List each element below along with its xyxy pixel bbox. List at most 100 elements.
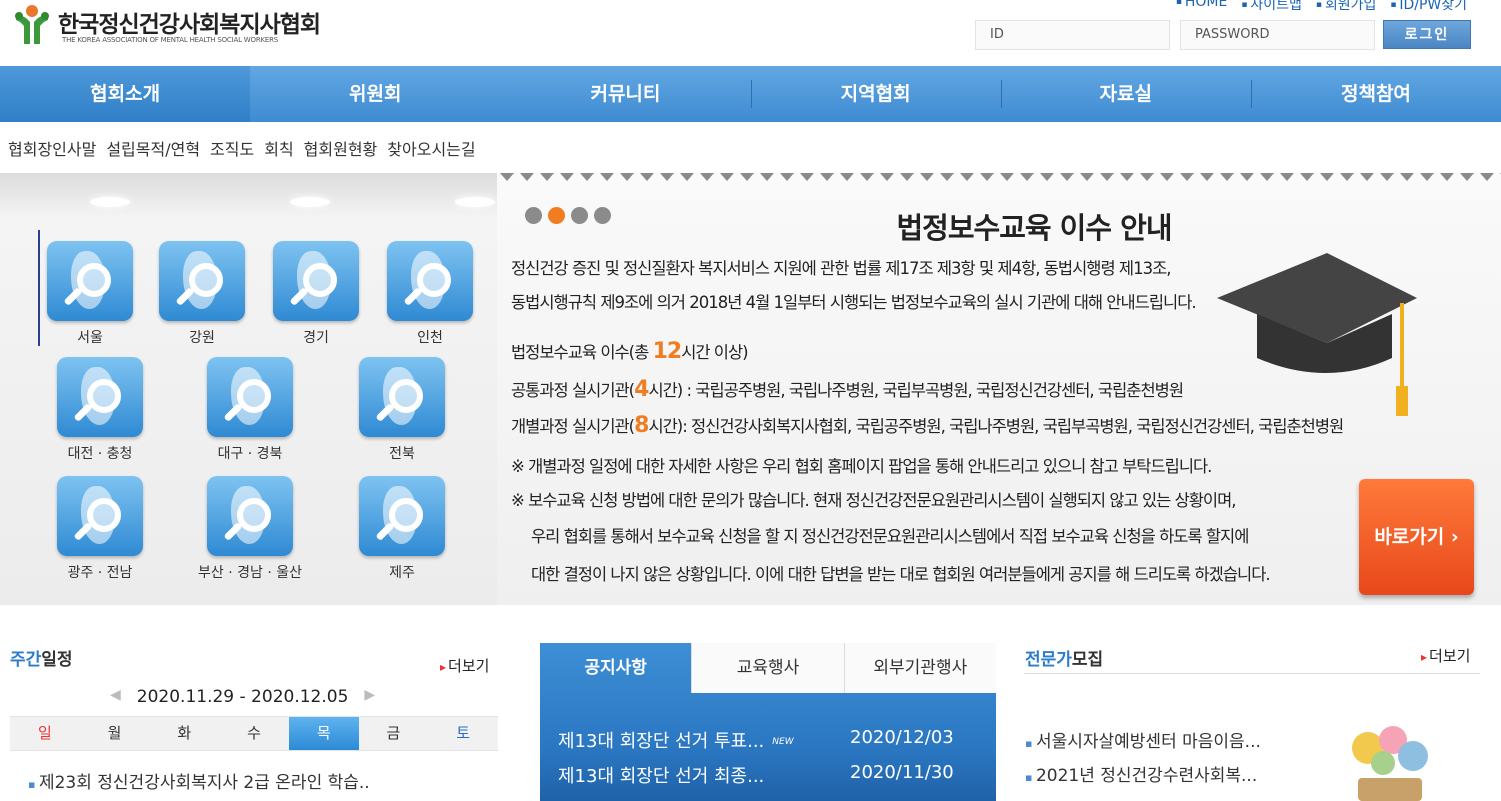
region-jeonbuk[interactable]: 전북 — [354, 357, 450, 463]
schedule-item[interactable]: 제23회 정신건강사회복지사 2급 온라인 학습.. — [28, 768, 370, 793]
board-row-date: 2020/11/30 — [850, 762, 954, 783]
schedule-title-blue: 주간 — [10, 650, 42, 670]
nav-archive[interactable]: 자료실 — [1000, 66, 1251, 122]
region-gwangju-jeonnam[interactable]: 광주 · 전남 — [52, 476, 148, 582]
logo-title: 한국정신건강사회복지사협회 — [58, 12, 321, 38]
board-row-date: 2020/12/03 — [850, 727, 954, 748]
day-wednesday[interactable]: 수 — [219, 717, 289, 750]
day-monday[interactable]: 월 — [80, 717, 150, 750]
region-map-search-icon — [359, 476, 445, 556]
region-label: 강원 — [189, 330, 215, 346]
login-id-input[interactable]: ID — [975, 20, 1170, 50]
nav-policy[interactable]: 정책참여 — [1250, 66, 1501, 122]
sub-navigation: 협회장인사말 설립목적/연혁 조직도 회칙 협회원현황 찾아오시는길 — [8, 136, 476, 160]
nav-community[interactable]: 커뮤니티 — [500, 66, 750, 122]
region-label: 제주 — [389, 565, 415, 581]
schedule-title: 주간일정 — [10, 645, 73, 670]
region-label: 대구 · 경북 — [217, 446, 283, 462]
region-map-search-icon — [387, 241, 473, 321]
week-range: 2020.11.29 - 2020.12.05 — [136, 687, 349, 707]
notice-common-hours: 4 — [634, 377, 649, 402]
expert-item[interactable]: 2021년 정신건강수련사회복... — [1025, 761, 1257, 786]
notice-note-1: ※ 개별과정 일정에 대한 자세한 사항은 우리 협회 홈페이지 팝업을 통해 … — [511, 457, 1212, 476]
go-button[interactable]: 바로가기 › — [1359, 479, 1474, 595]
notice-note-2: ※ 보수교육 신청 방법에 대한 문의가 많습니다. 현재 정신건강전문요원관리… — [511, 491, 1237, 510]
prev-week-icon[interactable]: ◀ — [110, 687, 121, 707]
region-incheon[interactable]: 인천 — [382, 241, 478, 347]
submenu-organization[interactable]: 조직도 — [210, 136, 254, 160]
notice-total-hours: 12 — [652, 339, 683, 364]
nav-regional[interactable]: 지역협회 — [750, 66, 1001, 122]
board-tabs: 공지사항 교육행사 외부기관행사 — [540, 643, 996, 693]
region-label: 서울 — [77, 330, 103, 346]
graduation-cap-icon — [1217, 253, 1417, 416]
tab-notices[interactable]: 공지사항 — [540, 643, 691, 693]
region-label: 부산 · 경남 · 울산 — [198, 565, 302, 581]
region-map-search-icon — [159, 241, 245, 321]
notice-total-post: 시간 이상) — [681, 343, 748, 362]
login-password-input[interactable]: PASSWORD — [1180, 20, 1375, 50]
region-map-search-icon — [57, 476, 143, 556]
expert-item[interactable]: 서울시자살예방센터 마음이음... — [1025, 727, 1261, 752]
submenu-bylaws[interactable]: 회칙 — [264, 136, 293, 160]
day-sunday[interactable]: 일 — [10, 717, 80, 750]
flower-basket-icon — [1352, 726, 1428, 801]
region-map-search-icon — [47, 241, 133, 321]
nav-about[interactable]: 협회소개 — [0, 66, 251, 122]
weekday-bar: 일 월 화 수 목 금 토 — [10, 716, 498, 751]
expert-title: 전문가모집 — [1025, 645, 1103, 670]
expert-divider — [1024, 673, 1480, 674]
region-gangwon[interactable]: 강원 — [154, 241, 250, 347]
utility-links: HOME 사이트맵 회원가입 ID/PW찾기 — [1176, 0, 1467, 14]
notice-indiv-pre: 개별과정 실시기관( — [511, 417, 635, 436]
notice-common-pre: 공통과정 실시기관( — [511, 381, 635, 400]
region-map-search-icon — [207, 357, 293, 437]
util-home-link[interactable]: HOME — [1176, 0, 1227, 14]
map-divider — [38, 230, 40, 346]
submenu-greeting[interactable]: 협회장인사말 — [8, 136, 96, 160]
day-tuesday[interactable]: 화 — [149, 717, 219, 750]
notice-note-4: 대한 결정이 나지 않은 상황입니다. 이에 대한 답변을 받는 대로 협회원 … — [531, 565, 1271, 584]
main-navigation: 협회소개 위원회 커뮤니티 지역협회 자료실 정책참여 — [0, 66, 1501, 122]
day-thursday[interactable]: 목 — [288, 717, 359, 750]
notice-board: 공지사항 교육행사 외부기관행사 제13대 회장단 선거 투표... NEW 20… — [540, 643, 996, 801]
region-daejeon-chungcheong[interactable]: 대전 · 충청 — [52, 357, 148, 463]
tab-external-events[interactable]: 외부기관행사 — [843, 643, 996, 693]
schedule-more-link[interactable]: 더보기 — [440, 655, 489, 676]
region-daegu-gyeongbuk[interactable]: 대구 · 경북 — [202, 357, 298, 463]
tab-education-events[interactable]: 교육행사 — [691, 643, 844, 693]
week-navigator: ◀ 2020.11.29 - 2020.12.05 ▶ — [110, 687, 375, 707]
submenu-purpose-history[interactable]: 설립목적/연혁 — [106, 136, 200, 160]
logo[interactable]: 한국정신건강사회복지사협회 THE KOREA ASSOCIATION OF M… — [12, 2, 352, 50]
nav-committee[interactable]: 위원회 — [250, 66, 500, 122]
board-row-text: 제13대 회장단 선거 투표... — [558, 731, 765, 752]
notice-individual: 개별과정 실시기관(8시간): 정신건강사회복지사협회, 국립공주병원, 국립나… — [511, 413, 1344, 438]
notice-note-3: 우리 협회를 통해서 보수교육 신청을 할 지 정신건강전문요원관리시스템에서 … — [531, 527, 1249, 546]
region-busan-gyeongnam-ulsan[interactable]: 부산 · 경남 · 울산 — [190, 476, 310, 582]
util-find-id-pw-link[interactable]: ID/PW찾기 — [1390, 0, 1467, 14]
login-button[interactable]: 로그인 — [1383, 20, 1471, 49]
regional-map-panel: 서울 강원 경기 인천 대전 · 충청 대구 · 경북 전북 광주 · 전남 부… — [0, 173, 497, 605]
notice-total-pre: 법정보수교육 이수(총 — [511, 343, 653, 362]
region-seoul[interactable]: 서울 — [42, 241, 138, 347]
region-map-search-icon — [57, 357, 143, 437]
region-label: 광주 · 전남 — [67, 565, 133, 581]
notice-indiv-hours: 8 — [634, 413, 649, 438]
board-row-title[interactable]: 제13대 회장단 선거 최종... — [558, 762, 764, 788]
notice-title: 법정보수교육 이수 안내 — [896, 211, 1173, 245]
next-week-icon[interactable]: ▶ — [364, 687, 375, 707]
day-saturday[interactable]: 토 — [428, 717, 498, 750]
util-sitemap-link[interactable]: 사이트맵 — [1241, 0, 1302, 14]
region-label: 대전 · 충청 — [67, 446, 133, 462]
main-visual: 서울 강원 경기 인천 대전 · 충청 대구 · 경북 전북 광주 · 전남 부… — [0, 173, 1501, 605]
submenu-members[interactable]: 협회원현황 — [304, 136, 378, 160]
board-row-title[interactable]: 제13대 회장단 선거 투표... NEW — [558, 727, 794, 753]
expert-more-link[interactable]: 더보기 — [1421, 645, 1470, 666]
region-gyeonggi[interactable]: 경기 — [268, 241, 364, 347]
day-friday[interactable]: 금 — [359, 717, 429, 750]
submenu-directions[interactable]: 찾아오시는길 — [387, 136, 475, 160]
region-jeju[interactable]: 제주 — [354, 476, 450, 582]
notice-banner: 법정보수교육 이수 안내 정신건강 증진 및 정신질환자 복지서비스 지원에 관… — [497, 173, 1501, 605]
util-join-link[interactable]: 회원가입 — [1316, 0, 1377, 14]
new-badge: NEW — [772, 737, 794, 747]
